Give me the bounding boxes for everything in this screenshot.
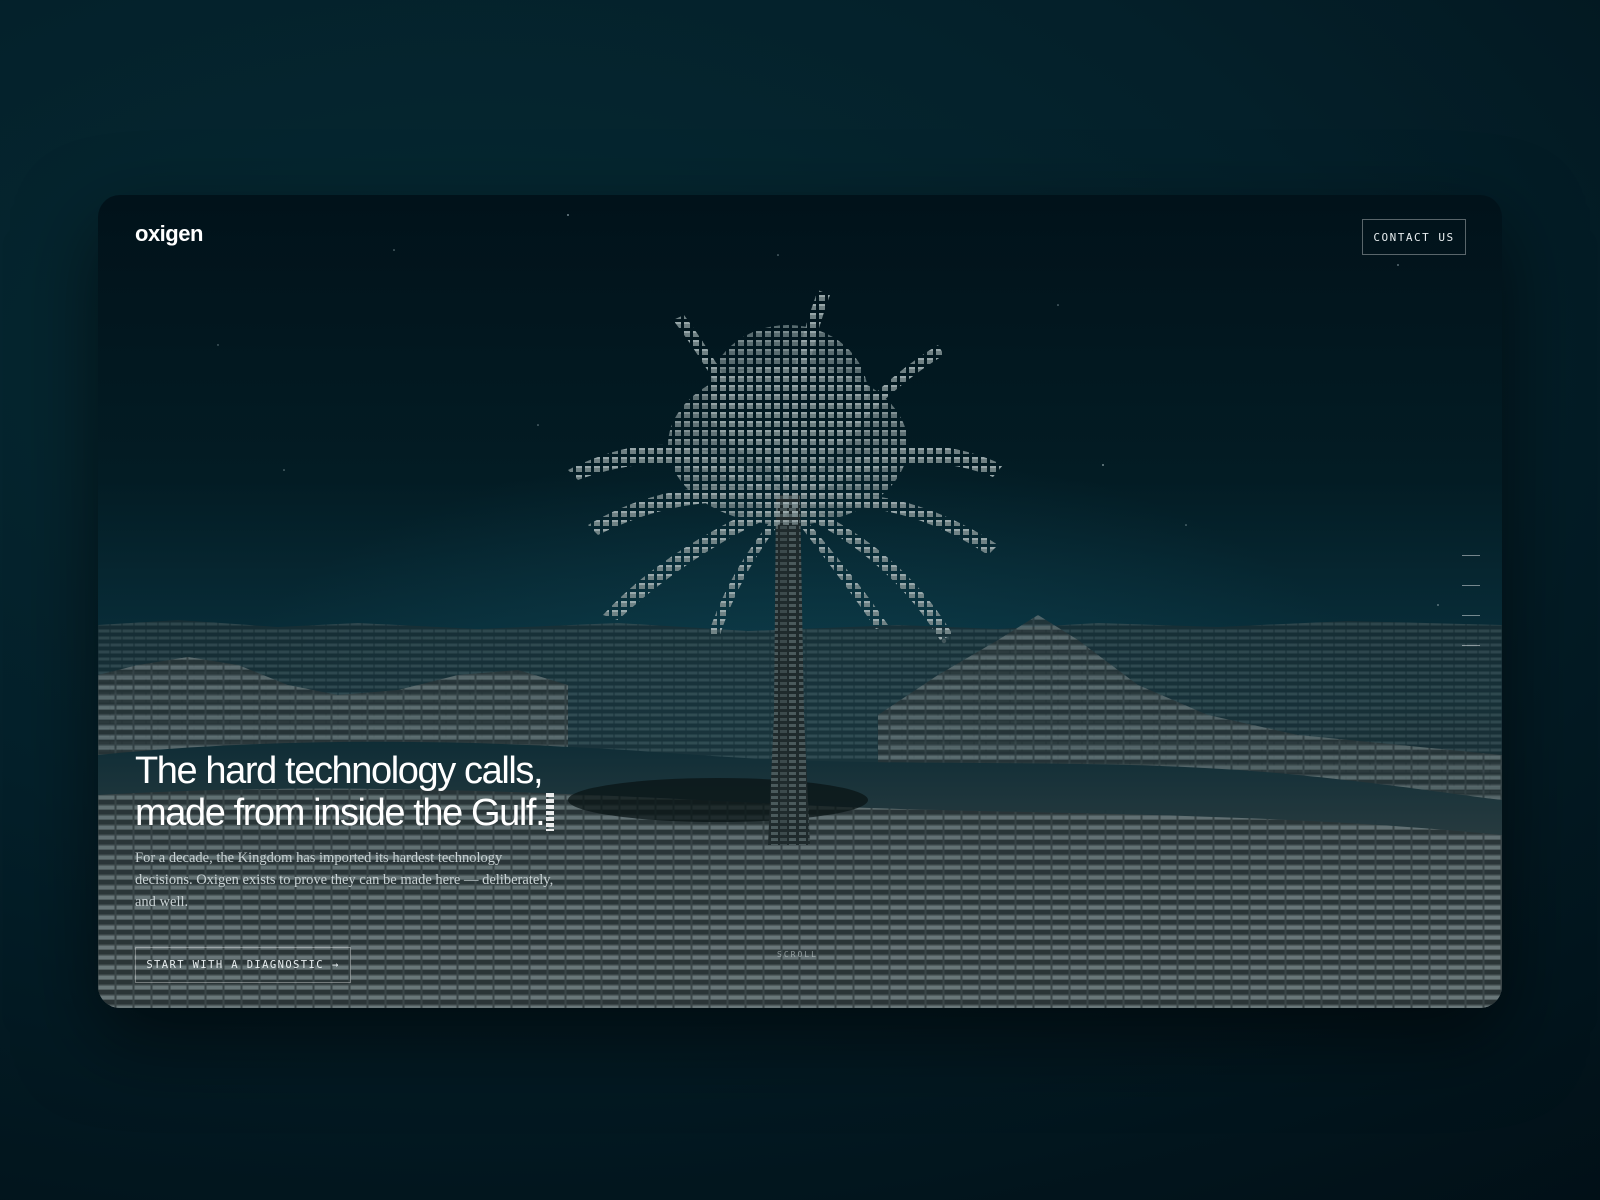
hero-headline: The hard technology calls, made from ins…	[135, 750, 555, 834]
hero-lede: For a decade, the Kingdom has imported i…	[135, 850, 554, 910]
section-indicator-tick-2[interactable]	[1462, 585, 1480, 586]
section-indicator	[1462, 555, 1480, 675]
oxigen-logo[interactable]: oxigen	[135, 221, 203, 247]
section-indicator-tick-3[interactable]	[1462, 615, 1480, 616]
scroll-hint[interactable]: SCROLL	[777, 950, 818, 959]
blinking-cursor-icon	[546, 793, 555, 831]
contact-us-button[interactable]: CONTACT US	[1362, 219, 1466, 255]
hero-headline-line-1: The hard technology calls,	[135, 750, 544, 792]
section-indicator-tick-1[interactable]	[1462, 555, 1480, 556]
section-indicator-tick-4[interactable]	[1462, 645, 1480, 646]
right-arrow-icon: →	[331, 959, 340, 971]
hero-frame: oxigen CONTACT US The hard technology ca…	[98, 195, 1502, 1008]
hero-headline-line-2: made from inside the Gulf.	[135, 792, 546, 834]
start-diagnostic-label: START WITH A DIAGNOSTIC	[146, 959, 324, 971]
hero-headline-line-2-wrap: made from inside the Gulf.	[135, 792, 555, 834]
start-diagnostic-button[interactable]: START WITH A DIAGNOSTIC →	[135, 947, 351, 983]
